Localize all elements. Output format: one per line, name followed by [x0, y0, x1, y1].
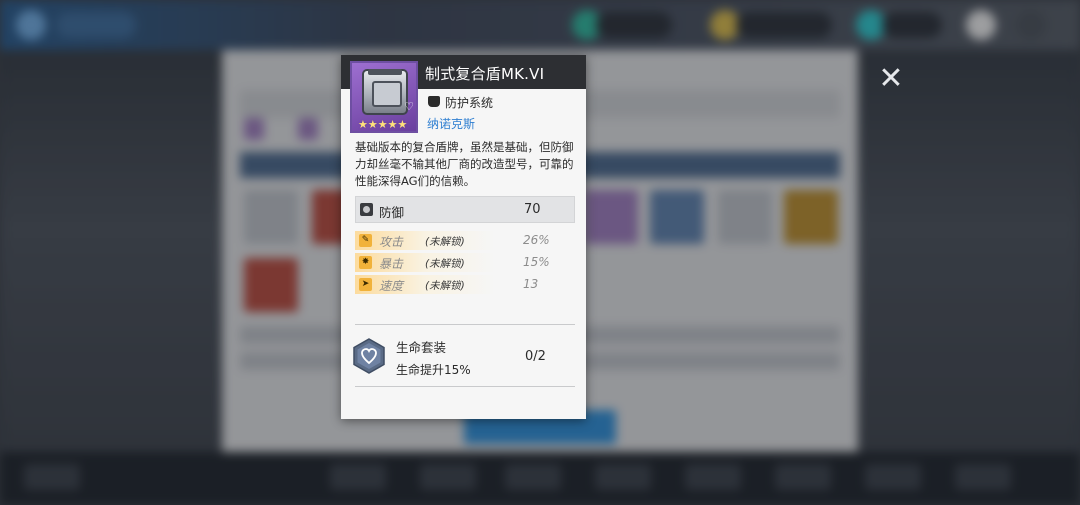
- defense-icon: [360, 203, 373, 216]
- main-stat-row: 防御 70: [355, 196, 575, 223]
- sub-stat-status: (未解锁): [425, 280, 465, 292]
- main-stat-value: 70: [524, 202, 541, 217]
- close-icon[interactable]: ✕: [876, 64, 906, 94]
- sub-stat-value: 13: [523, 277, 539, 291]
- sub-stat-status: (未解锁): [425, 258, 465, 270]
- divider: [355, 386, 575, 387]
- armor-icon: [428, 96, 440, 107]
- life-set-icon: [353, 338, 385, 374]
- sub-stat-row: ✎ 攻击 (未解锁) 26%: [355, 231, 555, 250]
- item-tooltip: 制式复合盾MK.VI ♡ ★★★★★ 防护系统 纳诺克斯 基础版本的复合盾牌，虽…: [341, 55, 586, 419]
- sub-stat-value: 26%: [523, 233, 550, 247]
- sub-stat-status: (未解锁): [425, 236, 465, 248]
- sub-stat-row: ➤ 速度 (未解锁) 13: [355, 275, 555, 294]
- item-maker: 纳诺克斯: [427, 117, 476, 131]
- sub-stat-value: 15%: [523, 255, 550, 269]
- set-bonus-label: 生命套装: [396, 340, 447, 355]
- sub-stat-label: 暴击: [379, 257, 404, 271]
- heart-icon[interactable]: ♡: [402, 100, 416, 114]
- sub-stat-label: 速度: [379, 279, 404, 293]
- sub-stat-label: 攻击: [379, 235, 404, 249]
- rarity-stars: ★★★★★: [358, 118, 408, 131]
- sub-stat-row: ✸ 暴击 (未解锁) 15%: [355, 253, 555, 272]
- item-description: 基础版本的复合盾牌，虽然是基础，但防御力却丝毫不输其他厂商的改造型号，可靠的性能…: [355, 140, 574, 188]
- set-bonus-count: 0/2: [525, 349, 546, 364]
- set-bonus-effect: 生命提升15%: [396, 363, 471, 377]
- item-name: 制式复合盾MK.VI: [425, 65, 545, 83]
- crit-icon: ✸: [359, 256, 372, 269]
- main-stat-label: 防御: [379, 205, 405, 220]
- item-category: 防护系统: [445, 96, 494, 110]
- item-icon-frame: ♡ ★★★★★: [350, 61, 418, 133]
- divider: [355, 324, 575, 325]
- speed-icon: ➤: [359, 278, 372, 291]
- attack-icon: ✎: [359, 234, 372, 247]
